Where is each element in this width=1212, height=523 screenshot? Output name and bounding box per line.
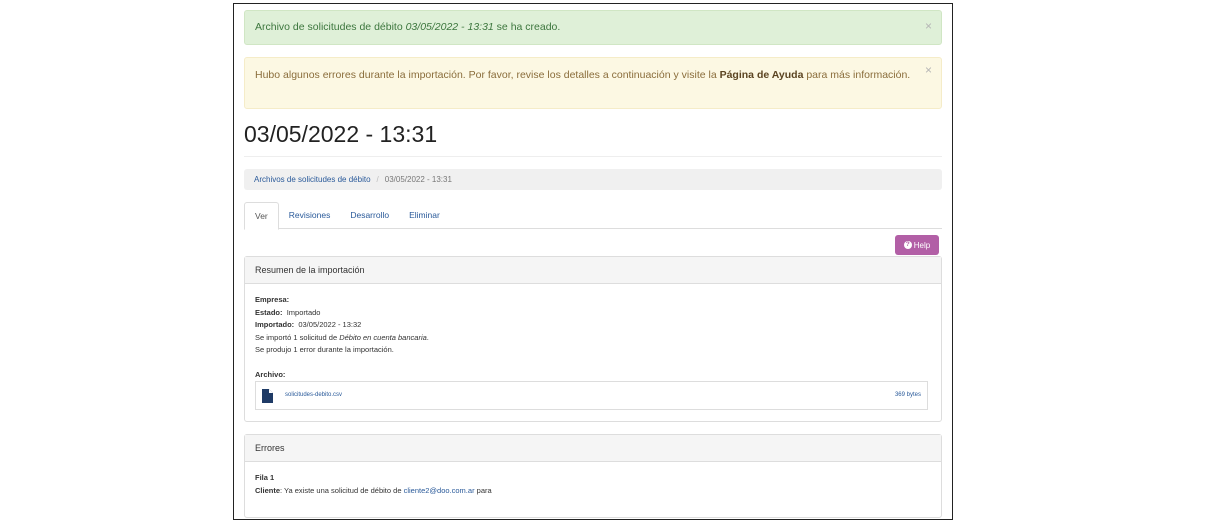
success-date: 03/05/2022 - 13:31 bbox=[405, 21, 494, 33]
error-row-label: Fila 1 bbox=[255, 473, 275, 482]
help-button-label: Help bbox=[913, 240, 931, 250]
importado-label: Importado: bbox=[255, 320, 295, 329]
success-message: Archivo de solicitudes de débito 03/05/2… bbox=[255, 21, 561, 33]
error-message: Cliente: Ya existe una solicitud de débi… bbox=[255, 485, 492, 495]
browser-frame: Archivo de solicitudes de débito 03/05/2… bbox=[233, 3, 953, 520]
success-alert: Archivo de solicitudes de débito 03/05/2… bbox=[244, 10, 942, 45]
import-summary-panel: Resumen de la importación Empresa: Estad… bbox=[244, 256, 942, 422]
empresa-label: Empresa: bbox=[255, 295, 290, 304]
file-link[interactable]: solicitudes-debito.csv bbox=[285, 389, 342, 402]
toolbar: ? Help bbox=[244, 229, 942, 256]
errors-count-line: Se produjo 1 error durante la importació… bbox=[255, 345, 394, 354]
tab-revisiones[interactable]: Revisiones bbox=[279, 202, 341, 228]
errors-heading: Errores bbox=[245, 435, 941, 462]
tab-desarrollo[interactable]: Desarrollo bbox=[340, 202, 399, 228]
page-content: Archivo de solicitudes de débito 03/05/2… bbox=[244, 10, 942, 518]
empresa-row: Empresa: bbox=[255, 294, 928, 307]
errors-panel: Errores Fila 1 Cliente: Ya existe una so… bbox=[244, 434, 942, 518]
imported-count-line: Se importó 1 solicitud de Débito en cuen… bbox=[255, 332, 429, 342]
tab-ver[interactable]: Ver bbox=[244, 202, 279, 230]
importado-row: Importado: 03/05/2022 - 13:32 bbox=[255, 319, 928, 332]
file-item: solicitudes-debito.csv 369 bytes bbox=[255, 381, 928, 410]
warning-message: Hubo algunos errores durante la importac… bbox=[255, 69, 911, 81]
help-button[interactable]: ? Help bbox=[895, 235, 939, 255]
errors-body: Fila 1 Cliente: Ya existe una solicitud … bbox=[245, 462, 941, 497]
estado-value: Importado bbox=[286, 307, 321, 317]
file-size: 369 bytes bbox=[894, 392, 921, 399]
breadcrumb-current: 03/05/2022 - 13:31 bbox=[384, 175, 452, 184]
close-icon[interactable]: × bbox=[925, 20, 932, 32]
client-email-link[interactable]: cliente2@doo.com.ar bbox=[404, 486, 475, 495]
estado-row: Estado: Importado bbox=[255, 307, 928, 320]
importado-value: 03/05/2022 - 13:32 bbox=[298, 320, 362, 329]
import-summary-heading: Resumen de la importación bbox=[245, 257, 941, 284]
tabs: Ver Revisiones Desarrollo Eliminar bbox=[244, 202, 942, 230]
warning-alert: Hubo algunos errores durante la importac… bbox=[244, 57, 942, 109]
breadcrumb-separator: / bbox=[376, 175, 379, 184]
question-circle-icon: ? bbox=[903, 241, 912, 249]
file-icon bbox=[262, 388, 273, 403]
estado-label: Estado: bbox=[255, 307, 283, 317]
close-icon[interactable]: × bbox=[925, 64, 932, 76]
breadcrumb: Archivos de solicitudes de débito / 03/0… bbox=[244, 169, 942, 190]
page-title: 03/05/2022 - 13:31 bbox=[244, 121, 942, 157]
help-page-link[interactable]: Página de Ayuda bbox=[720, 69, 804, 81]
import-summary-body: Empresa: Estado: Importado Importado: 03… bbox=[245, 284, 941, 410]
tab-eliminar[interactable]: Eliminar bbox=[399, 202, 450, 228]
archivo-label: Archivo: bbox=[255, 369, 286, 379]
breadcrumb-parent-link[interactable]: Archivos de solicitudes de débito bbox=[254, 175, 371, 184]
